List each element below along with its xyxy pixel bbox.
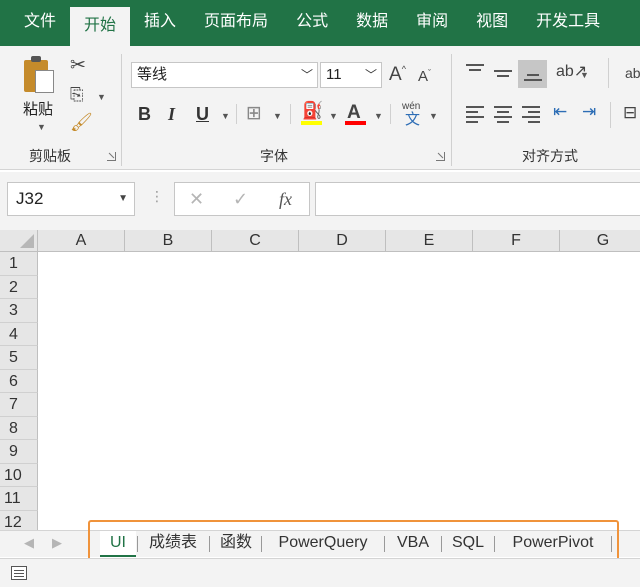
- bold-button[interactable]: B: [138, 104, 151, 125]
- align-right-icon[interactable]: [522, 106, 540, 126]
- cell-area[interactable]: [38, 252, 640, 530]
- copy-dropdown-icon[interactable]: ▼: [97, 92, 106, 102]
- tab-formulas[interactable]: 公式: [282, 0, 342, 46]
- paste-label: 粘贴: [23, 101, 54, 118]
- tab-developer[interactable]: 开发工具: [522, 0, 614, 46]
- tab-review[interactable]: 审阅: [402, 0, 462, 46]
- column-header-d[interactable]: D: [299, 230, 386, 252]
- ribbon: 粘贴 ▼ ✂ ⎘ ▼ 🖌 剪贴板 等线 ﹀ 11 ﹀ A^ Aˇ B I U ▼…: [0, 46, 640, 170]
- tab-view[interactable]: 视图: [462, 0, 522, 46]
- alignment-group-label: 对齐方式: [522, 148, 578, 164]
- font-color-swatch: [345, 121, 366, 125]
- formula-input[interactable]: [315, 182, 640, 216]
- fill-color-dropdown-icon[interactable]: ▼: [329, 111, 338, 121]
- paste-dropdown-icon[interactable]: ▼: [37, 122, 46, 132]
- fill-color-icon[interactable]: ⛽: [302, 102, 323, 119]
- align-bottom-button[interactable]: [518, 60, 547, 88]
- italic-button[interactable]: I: [168, 104, 175, 125]
- underline-dropdown-icon[interactable]: ▼: [221, 111, 230, 121]
- underline-button[interactable]: U: [196, 104, 209, 125]
- chevron-down-icon: ﹀: [364, 68, 377, 82]
- macro-record-icon[interactable]: [11, 566, 27, 580]
- row-header-3[interactable]: 3: [0, 299, 38, 323]
- font-color-dropdown-icon[interactable]: ▼: [374, 111, 383, 121]
- tab-data[interactable]: 数据: [342, 0, 402, 46]
- tab-file[interactable]: 文件: [0, 0, 70, 46]
- align-center-icon[interactable]: [494, 106, 512, 126]
- phonetic-dropdown-icon[interactable]: ▼: [429, 111, 438, 121]
- column-header-a[interactable]: A: [38, 230, 125, 252]
- column-header-b[interactable]: B: [125, 230, 212, 252]
- row-header-4[interactable]: 4: [0, 322, 38, 346]
- font-color-icon[interactable]: A: [347, 103, 361, 122]
- clipboard-launcher-icon[interactable]: [107, 152, 116, 161]
- enter-icon[interactable]: ✓: [233, 189, 248, 210]
- chevron-down-icon: ﹀: [300, 68, 313, 82]
- orientation-dropdown-icon[interactable]: ▼: [580, 70, 589, 80]
- status-bar: [0, 558, 640, 587]
- ribbon-tabs: 文件 开始 插入 页面布局 公式 数据 审阅 视图 开发工具: [0, 0, 640, 46]
- chevron-down-icon: ▼: [118, 193, 128, 204]
- cancel-icon[interactable]: ✕: [189, 189, 204, 210]
- cut-icon[interactable]: ✂: [70, 56, 86, 75]
- row-header-12[interactable]: 12: [0, 510, 38, 530]
- tab-insert[interactable]: 插入: [130, 0, 190, 46]
- row-header-6[interactable]: 6: [0, 369, 38, 393]
- increase-indent-icon[interactable]: ⇥: [582, 103, 596, 120]
- align-top-icon[interactable]: [466, 64, 484, 74]
- insert-function-icon[interactable]: fx: [279, 189, 292, 210]
- font-size-select[interactable]: 11 ﹀: [320, 62, 382, 88]
- wrap-text-icon[interactable]: ab: [625, 66, 640, 80]
- worksheet-grid: A B C D E F G 1 2 3 4 5 6 7 8 9 10 11 12: [0, 230, 640, 530]
- row-header-7[interactable]: 7: [0, 393, 38, 417]
- row-header-2[interactable]: 2: [0, 275, 38, 299]
- column-header-e[interactable]: E: [386, 230, 473, 252]
- row-header-1[interactable]: 1: [0, 252, 38, 276]
- border-icon[interactable]: ⊞: [246, 104, 262, 123]
- row-header-11[interactable]: 11: [0, 487, 38, 511]
- clipboard-group-label: 剪贴板: [29, 148, 71, 164]
- paste-icon: [22, 56, 56, 94]
- fill-color-swatch: [301, 121, 322, 125]
- format-painter-icon[interactable]: 🖌: [70, 113, 93, 131]
- shrink-font-button[interactable]: Aˇ: [418, 69, 431, 85]
- column-header-f[interactable]: F: [473, 230, 560, 252]
- row-header-10[interactable]: 10: [0, 463, 38, 487]
- name-box[interactable]: J32 ▼: [7, 182, 135, 216]
- formula-bar: J32 ▼ ⋮ ✕ ✓ fx: [0, 172, 640, 230]
- select-all-button[interactable]: [0, 230, 38, 252]
- row-header-5[interactable]: 5: [0, 346, 38, 370]
- align-middle-icon[interactable]: [494, 70, 512, 80]
- tab-page-layout[interactable]: 页面布局: [190, 0, 282, 46]
- row-header-9[interactable]: 9: [0, 440, 38, 464]
- align-left-icon[interactable]: [466, 106, 484, 126]
- merge-cells-icon[interactable]: ⊟: [623, 104, 637, 121]
- scroll-tabs-right-icon[interactable]: ▶: [52, 535, 62, 551]
- font-group-label: 字体: [260, 148, 288, 164]
- formula-bar-handle-icon[interactable]: ⋮: [150, 188, 164, 205]
- row-header-8[interactable]: 8: [0, 416, 38, 440]
- align-bottom-icon: [524, 74, 542, 84]
- font-name-select[interactable]: 等线 ﹀: [131, 62, 318, 88]
- scroll-tabs-left-icon[interactable]: ◀: [24, 535, 34, 551]
- copy-icon[interactable]: ⎘: [70, 86, 84, 103]
- grow-font-button[interactable]: A^: [389, 65, 406, 85]
- column-header-g[interactable]: G: [560, 230, 640, 252]
- column-header-c[interactable]: C: [212, 230, 299, 252]
- border-dropdown-icon[interactable]: ▼: [273, 111, 282, 121]
- formula-commands: ✕ ✓ fx: [174, 182, 310, 216]
- decrease-indent-icon[interactable]: ⇤: [553, 103, 567, 120]
- font-launcher-icon[interactable]: [436, 152, 445, 161]
- tab-home[interactable]: 开始: [70, 7, 131, 46]
